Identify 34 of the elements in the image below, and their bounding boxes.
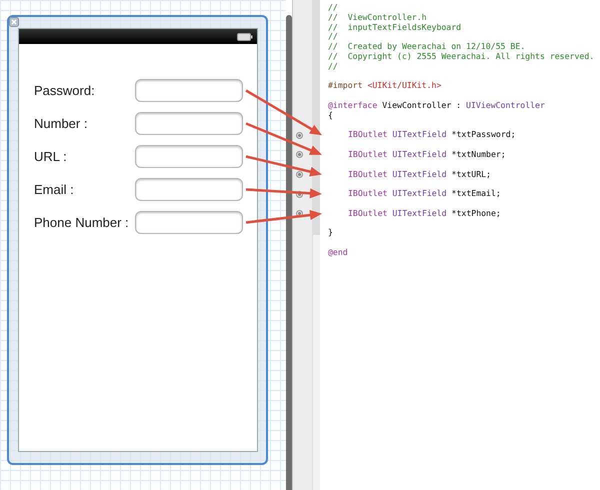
text-field[interactable] xyxy=(135,112,243,135)
connection-dot-icon[interactable] xyxy=(296,170,303,178)
field-label: Password: xyxy=(34,83,96,98)
code-comment: // Copyright (c) 2555 Weerachai. All rights reserved. xyxy=(328,52,596,62)
close-icon[interactable] xyxy=(9,17,19,27)
field-label: Number : xyxy=(34,116,88,131)
code-comment: // ViewController.h xyxy=(328,12,428,23)
field-label: URL : xyxy=(34,149,68,164)
code-comment: // xyxy=(328,3,339,13)
field-label: Phone Number : xyxy=(34,215,130,230)
code-comment: // inputTextFieldsKeyboard xyxy=(328,22,462,32)
connection-dot-icon[interactable] xyxy=(296,151,303,158)
code-line: IBOutlet UITextField *txtNumber; xyxy=(347,150,507,160)
code-comment: // xyxy=(328,62,339,72)
code-line: #import <UIKit/UIKit.h> xyxy=(328,81,442,92)
code-line: IBOutlet UITextField *txtPhone; xyxy=(347,208,502,219)
scene-frame[interactable]: Password: Number : URL : Email : Phone Number : xyxy=(7,15,268,465)
code-comment: // Created by Weerachai on 12/10/55 BE. xyxy=(328,42,526,52)
field-label: Email : xyxy=(34,182,75,197)
text-field[interactable] xyxy=(135,211,243,234)
code-line: IBOutlet UITextField *txtEmail; xyxy=(347,189,502,199)
code-line: } xyxy=(328,228,334,238)
connection-dot-icon[interactable] xyxy=(296,132,303,139)
scrollbar[interactable] xyxy=(286,15,292,490)
code-comment: // xyxy=(328,32,339,42)
text-field[interactable] xyxy=(135,79,243,102)
text-field[interactable] xyxy=(135,178,243,201)
code-line: IBOutlet UITextField *txtURL; xyxy=(347,170,492,180)
text-field[interactable] xyxy=(135,145,243,168)
code-line: { xyxy=(328,110,334,121)
code-line: @interface ViewController : UIViewController xyxy=(328,100,546,111)
battery-icon xyxy=(237,32,253,40)
code-line: IBOutlet UITextField *txtPassword; xyxy=(347,130,517,140)
code-line: @end xyxy=(328,248,349,258)
